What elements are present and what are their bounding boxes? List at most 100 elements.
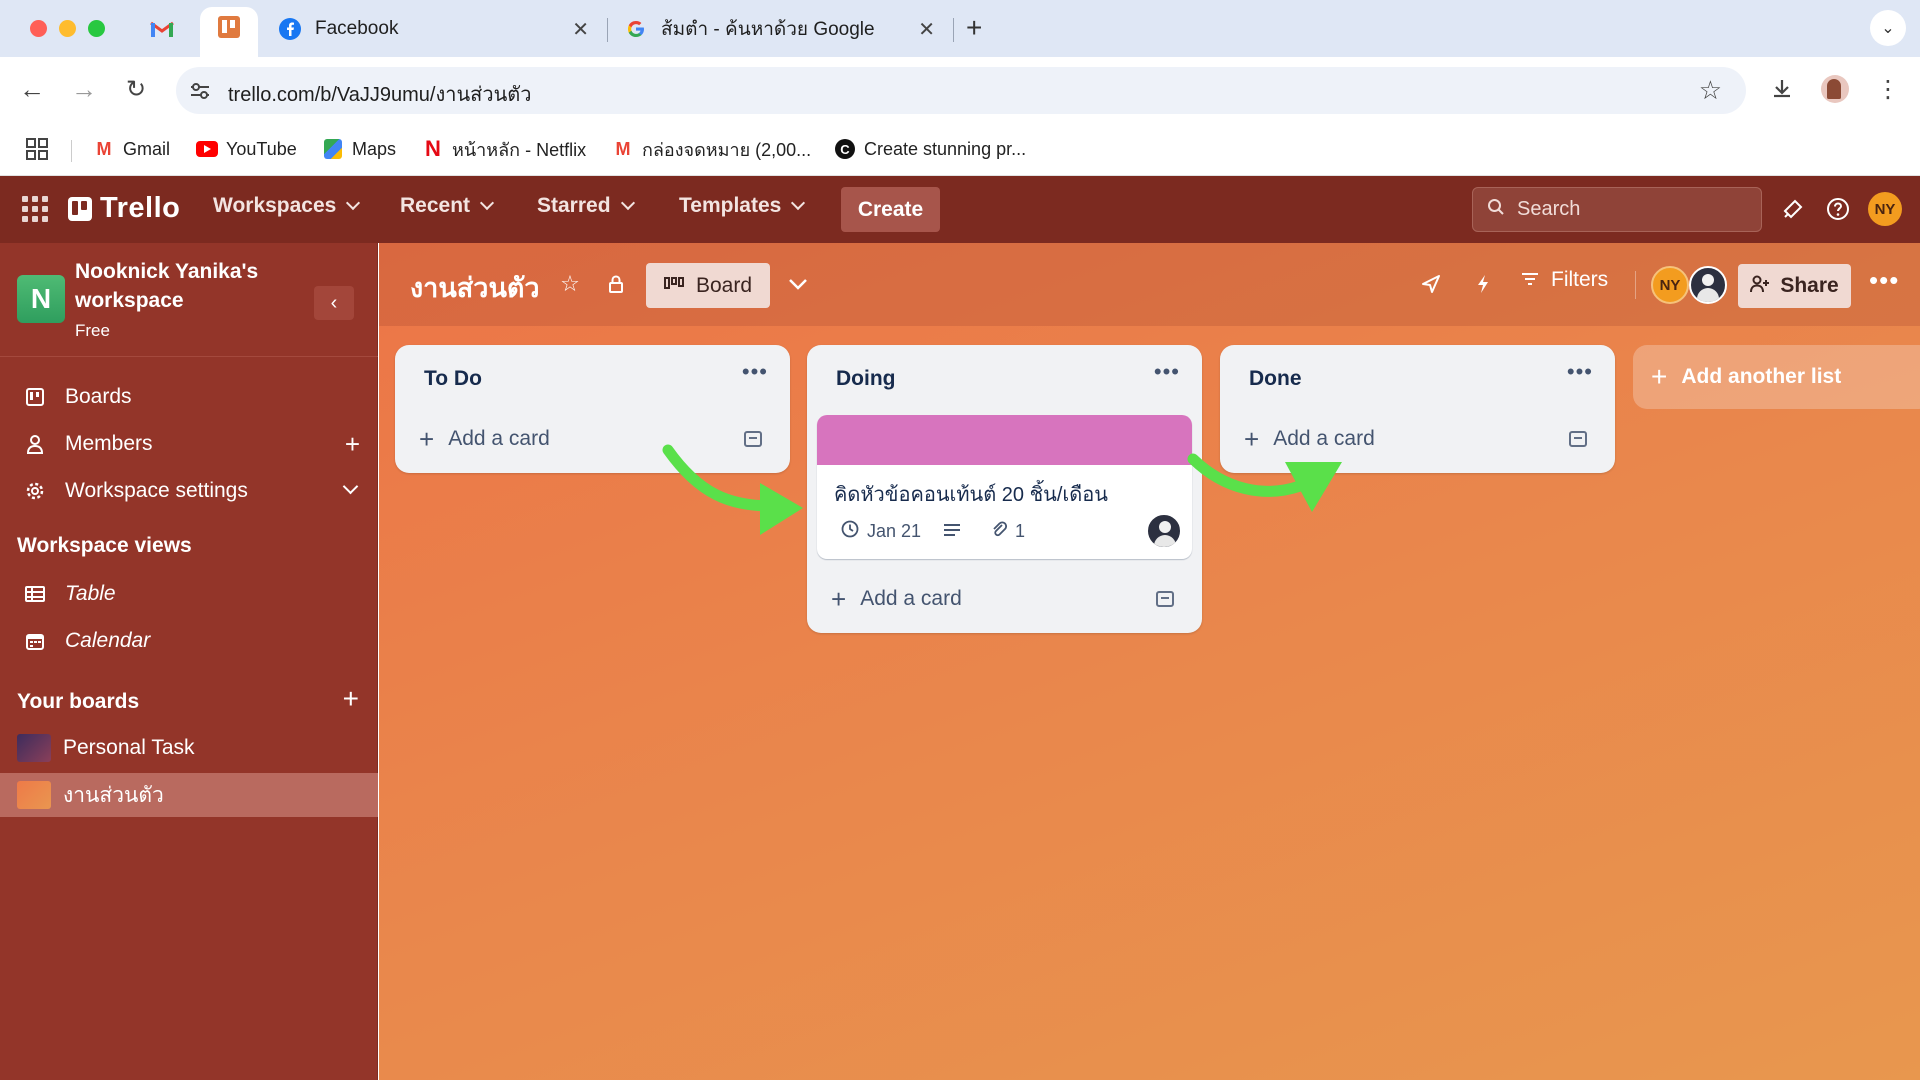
filters-button[interactable]: Filters	[1521, 268, 1608, 292]
browser-menu-icon[interactable]: ⋮	[1870, 71, 1906, 107]
sidebar-item-label: Members	[65, 432, 153, 455]
sidebar-view-table[interactable]: Table	[0, 574, 378, 614]
table-icon	[23, 586, 47, 602]
list-menu-icon[interactable]: •••	[1154, 359, 1180, 385]
workspace-name[interactable]: Nooknick Yanika's workspace	[75, 257, 305, 315]
list-menu-icon[interactable]: •••	[1567, 359, 1593, 385]
list-menu-icon[interactable]: •••	[742, 359, 768, 385]
add-member-icon[interactable]: +	[345, 429, 360, 460]
pinned-tab-trello[interactable]	[200, 7, 258, 57]
workspace-badge[interactable]: N	[17, 275, 65, 323]
card-member-avatar[interactable]	[1146, 513, 1182, 549]
board-member-avatar[interactable]: NY	[1651, 266, 1689, 304]
add-card-button[interactable]: + Add a card	[819, 579, 1190, 619]
tab-search-chevron-icon[interactable]: ⌄	[1870, 10, 1906, 46]
lock-icon[interactable]	[601, 269, 631, 299]
tab-google-search[interactable]: ส้มตำ - ค้นหาด้วย Google ✕	[625, 8, 935, 50]
collapse-sidebar-button[interactable]: ‹	[314, 286, 354, 320]
list-title[interactable]: To Do	[424, 367, 482, 391]
bookmark-maps[interactable]: Maps	[322, 134, 396, 164]
user-avatar[interactable]: NY	[1868, 192, 1902, 226]
close-window-button[interactable]	[30, 20, 47, 37]
board-menu-icon[interactable]: •••	[1869, 265, 1899, 296]
sidebar-item-boards[interactable]: Boards	[0, 377, 378, 417]
card-cover	[817, 415, 1192, 465]
close-tab-icon[interactable]: ✕	[918, 17, 935, 42]
list-done: Done ••• + Add a card	[1220, 345, 1615, 473]
card-template-icon[interactable]	[744, 431, 762, 447]
download-icon[interactable]	[1764, 71, 1800, 107]
trello-logo-icon	[68, 196, 92, 221]
description-icon	[943, 521, 961, 542]
menu-label: Workspaces	[213, 194, 337, 217]
automation-icon[interactable]	[1468, 269, 1498, 299]
menu-label: Starred	[537, 194, 611, 217]
card-title: คิดหัวข้อคอนเท้นต์ 20 ชิ้น/เดือน	[834, 484, 1108, 506]
menu-recent[interactable]: Recent	[400, 194, 495, 218]
card-template-icon[interactable]	[1569, 431, 1587, 447]
add-card-button[interactable]: + Add a card	[1232, 419, 1603, 459]
attachment-badge: 1	[991, 520, 1025, 543]
list-title[interactable]: Done	[1249, 367, 1302, 391]
chevron-down-icon	[620, 195, 635, 211]
help-icon[interactable]	[1823, 194, 1853, 224]
new-tab-button[interactable]: +	[966, 12, 982, 44]
filters-label: Filters	[1551, 268, 1609, 291]
sidebar-board-personal-task[interactable]: Personal Task	[0, 728, 378, 768]
card[interactable]: คิดหัวข้อคอนเท้นต์ 20 ชิ้น/เดือน Jan 21	[817, 415, 1192, 559]
close-tab-icon[interactable]: ✕	[572, 17, 589, 42]
trello-logo[interactable]: Trello	[68, 192, 180, 225]
star-icon[interactable]: ☆	[555, 269, 585, 299]
sidebar-board-current[interactable]: งานส่วนตัว	[0, 773, 378, 817]
app-switcher-icon[interactable]	[22, 196, 48, 222]
site-settings-icon[interactable]	[186, 77, 214, 105]
bookmark-gmail[interactable]: M Gmail	[93, 134, 171, 164]
bookmark-youtube[interactable]: YouTube	[196, 134, 297, 164]
menu-workspaces[interactable]: Workspaces	[213, 194, 361, 218]
menu-templates[interactable]: Templates	[679, 194, 806, 218]
pinned-tab-gmail[interactable]	[147, 14, 177, 44]
sidebar-view-calendar[interactable]: Calendar	[0, 621, 378, 661]
profile-avatar[interactable]	[1817, 71, 1853, 107]
board-view-button[interactable]: Board	[646, 263, 770, 308]
trello-favicon-icon	[218, 16, 240, 38]
menu-starred[interactable]: Starred	[537, 194, 635, 218]
board-member-photo[interactable]	[1689, 266, 1727, 304]
card-template-icon[interactable]	[1156, 591, 1174, 607]
bookmark-label: Gmail	[123, 138, 171, 159]
sidebar-item-members[interactable]: Members +	[0, 424, 378, 464]
address-bar[interactable]: trello.com/b/VaJJ9umu/งานส่วนตัว ☆	[176, 67, 1746, 114]
due-date-badge[interactable]: Jan 21	[841, 520, 921, 543]
board-title[interactable]: งานส่วนตัว	[410, 266, 540, 309]
youtube-icon	[196, 138, 218, 160]
power-ups-icon[interactable]	[1416, 269, 1446, 299]
create-button[interactable]: Create	[841, 187, 940, 232]
search-icon	[1487, 198, 1505, 221]
clock-icon	[841, 520, 859, 543]
chevron-down-icon[interactable]	[342, 478, 359, 495]
board-thumbnail	[17, 734, 51, 762]
minimize-window-button[interactable]	[59, 20, 76, 37]
maximize-window-button[interactable]	[88, 20, 105, 37]
share-button[interactable]: Share	[1738, 264, 1851, 308]
sidebar-item-workspace-settings[interactable]: Workspace settings	[0, 471, 378, 511]
bookmark-star-icon[interactable]: ☆	[1699, 75, 1722, 106]
back-arrow-icon[interactable]: ←	[14, 71, 50, 107]
forward-arrow-icon[interactable]: →	[66, 71, 102, 107]
google-icon	[625, 18, 647, 40]
bookmark-inbox[interactable]: M กล่องจดหมาย (2,00...	[612, 134, 812, 164]
bookmark-netflix[interactable]: N หน้าหลัก - Netflix	[422, 134, 586, 164]
tab-facebook[interactable]: Facebook ✕	[279, 8, 589, 50]
add-card-button[interactable]: + Add a card	[407, 419, 778, 459]
card-badges: Jan 21 1	[841, 520, 1047, 543]
list-title[interactable]: Doing	[836, 367, 895, 391]
notifications-icon[interactable]	[1778, 194, 1808, 224]
chevron-down-icon[interactable]	[783, 269, 813, 299]
reload-icon[interactable]: ↻	[118, 71, 154, 107]
add-list-button[interactable]: + Add another list	[1633, 345, 1920, 409]
bookmark-create-stunning[interactable]: C Create stunning pr...	[834, 134, 1026, 164]
apps-grid-icon[interactable]	[26, 134, 48, 164]
add-board-icon[interactable]: +	[343, 683, 359, 715]
board-thumbnail	[17, 781, 51, 809]
search-input[interactable]: Search	[1472, 187, 1762, 232]
